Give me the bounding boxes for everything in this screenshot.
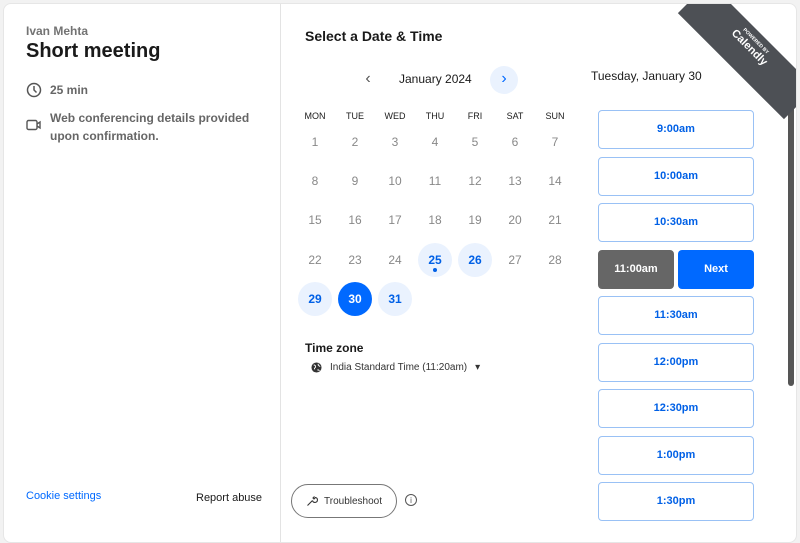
previous-month-button[interactable]: ‹ [356,68,380,92]
time-slot[interactable]: 11:30am [598,296,754,335]
calendar-day: 11 [428,174,442,188]
calendar-day: 1 [311,135,319,149]
info-icon[interactable]: i [405,494,417,506]
page-title: Select a Date & Time [305,28,443,44]
calendar-day: 14 [548,174,562,188]
calendar-day: 16 [348,213,362,227]
weekday-header: SAT [506,111,524,121]
calendar-day[interactable]: 29 [298,282,332,316]
badge-brand: Calendly [728,27,770,69]
today-indicator [433,268,437,272]
time-slot[interactable]: 1:30pm [598,482,754,521]
calendar-day: 10 [388,174,402,188]
video-camera-icon [26,119,41,131]
weekday-header: MON [304,111,326,121]
weekday-header: TUE [346,111,364,121]
calendar-day: 17 [388,213,402,227]
calendar-day: 9 [351,174,359,188]
conferencing-info: Web conferencing details provided upon c… [26,109,266,145]
timezone-value: India Standard Time (11:20am) [330,362,468,373]
calendar-day: 28 [548,253,562,267]
clock-icon [26,82,42,98]
powered-by-calendly-badge[interactable]: POWERED BY Calendly [677,4,796,120]
calendar-day[interactable]: 30 [338,282,372,316]
caret-down-icon: ▾ [475,362,481,373]
scrollbar[interactable] [788,100,794,386]
calendar-day: 2 [351,135,359,149]
calendar-day: 15 [308,213,322,227]
next-month-button[interactable]: › [490,66,518,94]
calendar-day: 8 [311,174,319,188]
event-details-panel: Ivan Mehta Short meeting 25 min Web conf… [4,4,281,542]
time-slot[interactable]: 10:00am [598,156,754,196]
weekday-header: FRI [467,111,483,121]
calendar-day: 13 [508,174,522,188]
weekday-header: THU [425,111,445,121]
time-slot[interactable]: 1:00pm [598,435,754,475]
calendar-day[interactable]: 25 [418,243,452,277]
calendar-day: 6 [511,135,519,149]
calendar-day: 27 [508,253,522,267]
duration-text: 25 min [50,83,89,97]
selected-date-heading: Tuesday, January 30 [591,69,702,83]
cookie-settings-link[interactable]: Cookie settings [26,490,101,502]
calendar-day: 4 [431,135,439,149]
time-slot[interactable]: 12:30pm [598,389,754,428]
calendar-day: 7 [551,135,559,149]
weekday-header: WED [384,111,406,121]
calendar-day: 12 [468,174,482,188]
weekday-header: SUN [545,111,565,121]
duration: 25 min [26,82,88,98]
calendar-day: 23 [348,253,362,267]
month-label: January 2024 [399,72,472,86]
calendar-day: 24 [388,253,402,267]
time-slot[interactable]: 11:00am [598,249,674,289]
time-slot[interactable]: 9:00am [598,110,754,149]
conferencing-text: Web conferencing details provided upon c… [50,111,250,143]
calendar-day: 21 [548,213,562,227]
timezone-select[interactable]: India Standard Time (11:20am) ▾ [311,362,480,373]
host-name: Ivan Mehta [26,24,89,38]
calendar-day: 18 [428,213,442,227]
globe-icon [311,362,322,373]
report-abuse-link[interactable]: Report abuse [196,492,262,504]
next-button[interactable]: Next [678,249,754,289]
calendar-day: 22 [308,253,322,267]
calendar-day: 19 [468,213,482,227]
calendar-day[interactable]: 31 [378,282,412,316]
calendar-day: 3 [391,135,399,149]
troubleshoot-button[interactable]: Troubleshoot [291,484,397,518]
timezone-label: Time zone [305,341,364,355]
calendar-day: 5 [471,135,479,149]
calendar-day[interactable]: 26 [458,243,492,277]
booking-card: Ivan Mehta Short meeting 25 min Web conf… [3,3,797,543]
calendar-day: 20 [508,213,522,227]
time-slot[interactable]: 12:00pm [598,342,754,382]
wrench-icon [307,496,318,506]
event-title: Short meeting [26,40,161,62]
time-slot[interactable]: 10:30am [598,203,754,242]
troubleshoot-label: Troubleshoot [324,495,382,507]
